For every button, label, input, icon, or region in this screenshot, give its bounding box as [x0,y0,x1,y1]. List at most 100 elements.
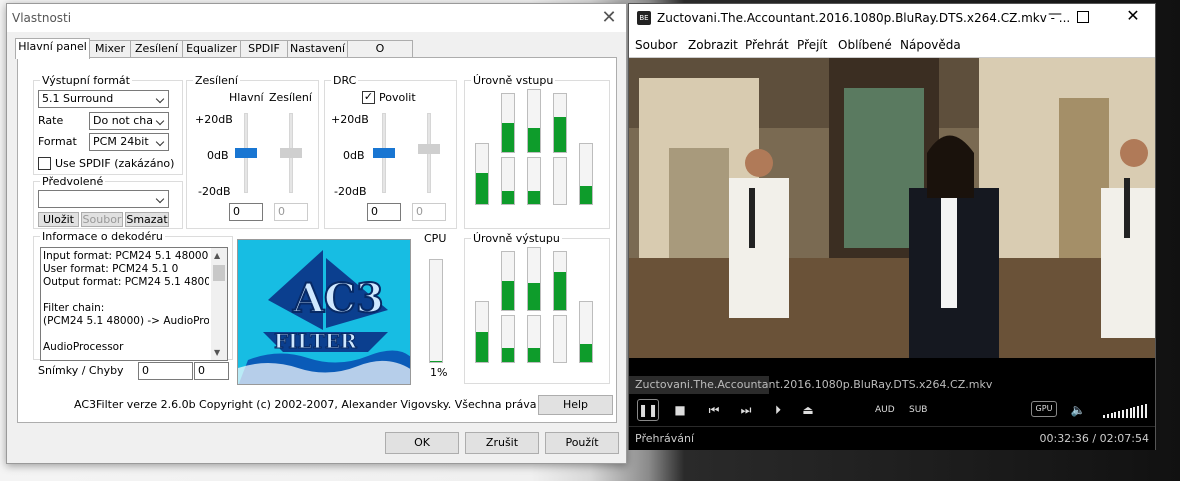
close-icon[interactable]: ✕ [1121,6,1145,25]
stop-icon[interactable]: ■ [671,400,689,420]
input-level-meter-fill [528,191,540,204]
input-level-meter [501,93,515,153]
gain-slider-thumb[interactable] [280,148,302,158]
gpu-button[interactable]: GPU [1031,401,1057,417]
tab-spdif[interactable]: SPDIF [240,40,288,58]
bit-depth-select[interactable]: PCM 24bit [89,133,169,151]
format-select[interactable]: 5.1 Surround [38,90,169,108]
audio-track-button[interactable]: AUD [875,400,895,420]
input-levels-caption: Úrovně vstupu [471,74,556,87]
rate-select[interactable]: Do not char [89,112,169,130]
drc-slider-thumb[interactable] [373,148,395,158]
drc-enable-checkbox[interactable]: ✓ [362,91,375,104]
volume-bar [1137,406,1140,418]
drc-value-input[interactable]: 0 [367,203,401,221]
apply-button[interactable]: Použít [545,432,619,454]
output-level-meter [501,315,515,363]
format-select-value: 5.1 Surround [42,92,114,105]
master-slider-thumb[interactable] [235,148,257,158]
preset-select[interactable] [38,190,169,208]
ok-button[interactable]: OK [385,432,459,454]
minimize-icon[interactable]: — [1043,6,1067,22]
seek-bar[interactable]: Zuctovani.The.Accountant.2016.1080p.BluR… [629,376,1155,394]
menu-view[interactable]: Zobrazit [688,38,738,52]
output-level-meter-fill [502,348,514,362]
volume-bar [1110,413,1113,418]
pause-icon[interactable]: ❚❚ [637,399,659,421]
help-button[interactable]: Help [538,395,613,415]
bit-depth-select-value: PCM 24bit [93,135,149,148]
input-level-meter [501,157,515,205]
decoder-info-line [43,289,209,302]
presets-group: Předvolené Uložit Soubor Smazat [33,175,183,229]
tab-about[interactable]: O programu [347,40,413,71]
tab-equalizer[interactable]: Equalizer [182,40,241,58]
tab-mixer[interactable]: Mixer [89,40,131,58]
drc-level-value-input[interactable]: 0 [412,203,446,221]
menu-help[interactable]: Nápověda [900,38,961,52]
drc-group: DRC ✓ Povolit +20dB 0dB -20dB 0 0 [324,74,457,229]
menu-navigate[interactable]: Přejít [797,38,827,52]
menu-file[interactable]: Soubor [635,38,677,52]
svg-text:FILTER: FILTER [274,329,357,353]
scrollbar-thumb[interactable] [213,265,225,281]
format-label: Format [38,135,77,148]
tab-main-panel[interactable]: Hlavní panel [15,38,90,59]
previous-icon[interactable]: ⏮ [705,400,723,420]
speaker-icon[interactable]: 🔈 [1069,400,1087,420]
drc-level-slider-thumb[interactable] [418,144,440,154]
subtitle-button[interactable]: SUB [909,400,927,420]
cancel-button[interactable]: Zrušit [465,432,539,454]
errors-input[interactable]: 0 [194,362,229,380]
cpu-meter-fill [430,360,442,362]
decoder-scrollbar[interactable]: ▲ ▼ [211,248,227,360]
decoder-info-line: (PCM24 5.1 48000) -> AudioProce [43,315,209,327]
input-levels-group: Úrovně vstupu [464,74,610,229]
use-spdif-label: Use SPDIF (zakázáno) [55,157,175,170]
output-format-caption: Výstupní formát [40,74,132,87]
gain-value-input[interactable]: 0 [274,203,308,221]
menu-play[interactable]: Přehrát [745,38,789,52]
next-icon[interactable]: ⏭ [737,400,755,420]
output-level-meter [527,247,541,311]
maximize-icon[interactable] [1077,11,1089,23]
tab-gain[interactable]: Zesílení [130,40,183,58]
master-label: Hlavní [229,91,264,104]
save-button[interactable]: Uložit [38,212,79,227]
media-player-window: BE Zuctovani.The.Accountant.2016.1080p.B… [628,3,1156,450]
frame-step-icon[interactable]: ⏵ [769,400,787,420]
delete-button[interactable]: Smazat [125,212,169,227]
player-titlebar[interactable]: BE Zuctovani.The.Accountant.2016.1080p.B… [629,4,1155,32]
eject-icon[interactable]: ⏏ [799,400,817,420]
decoder-info-line: User format: PCM24 5.1 0 [43,263,179,275]
master-value-input[interactable]: 0 [229,203,263,221]
use-spdif-checkbox[interactable] [38,157,51,170]
gain-minus-label: -20dB [198,185,231,198]
status-bar: Přehrávání 00:32:36 / 02:07:54 [629,426,1155,450]
dialog-titlebar[interactable]: Vlastnosti ✕ [7,4,626,32]
chevron-down-icon [153,191,168,207]
scroll-up-icon[interactable]: ▲ [214,251,220,260]
tab-settings[interactable]: Nastavení [287,40,348,58]
file-button[interactable]: Soubor [81,212,123,227]
decoder-info-line [43,328,209,341]
chevron-down-icon [153,134,168,150]
status-text: Přehrávání [635,432,695,445]
menu-favorites[interactable]: Oblíbené [838,38,892,52]
cpu-label: CPU [424,232,447,245]
close-icon[interactable]: ✕ [598,7,620,29]
video-frame [629,58,1155,376]
seek-bar-filename: Zuctovani.The.Accountant.2016.1080p.BluR… [635,378,993,391]
volume-bar [1122,410,1124,418]
player-title: Zuctovani.The.Accountant.2016.1080p.BluR… [657,11,1071,25]
frames-errors-label: Snímky / Chyby [38,364,124,377]
chevron-down-icon [153,113,168,129]
video-area[interactable] [629,58,1155,376]
volume-slider[interactable] [1103,402,1149,418]
input-level-meter-fill [528,128,540,152]
output-level-meter [553,315,567,363]
input-level-meter-fill [580,186,592,204]
scroll-down-icon[interactable]: ▼ [214,348,220,357]
frames-input[interactable]: 0 [138,362,193,380]
decoder-info-text[interactable]: Input format: PCM24 5.1 48000 User format… [40,247,228,361]
